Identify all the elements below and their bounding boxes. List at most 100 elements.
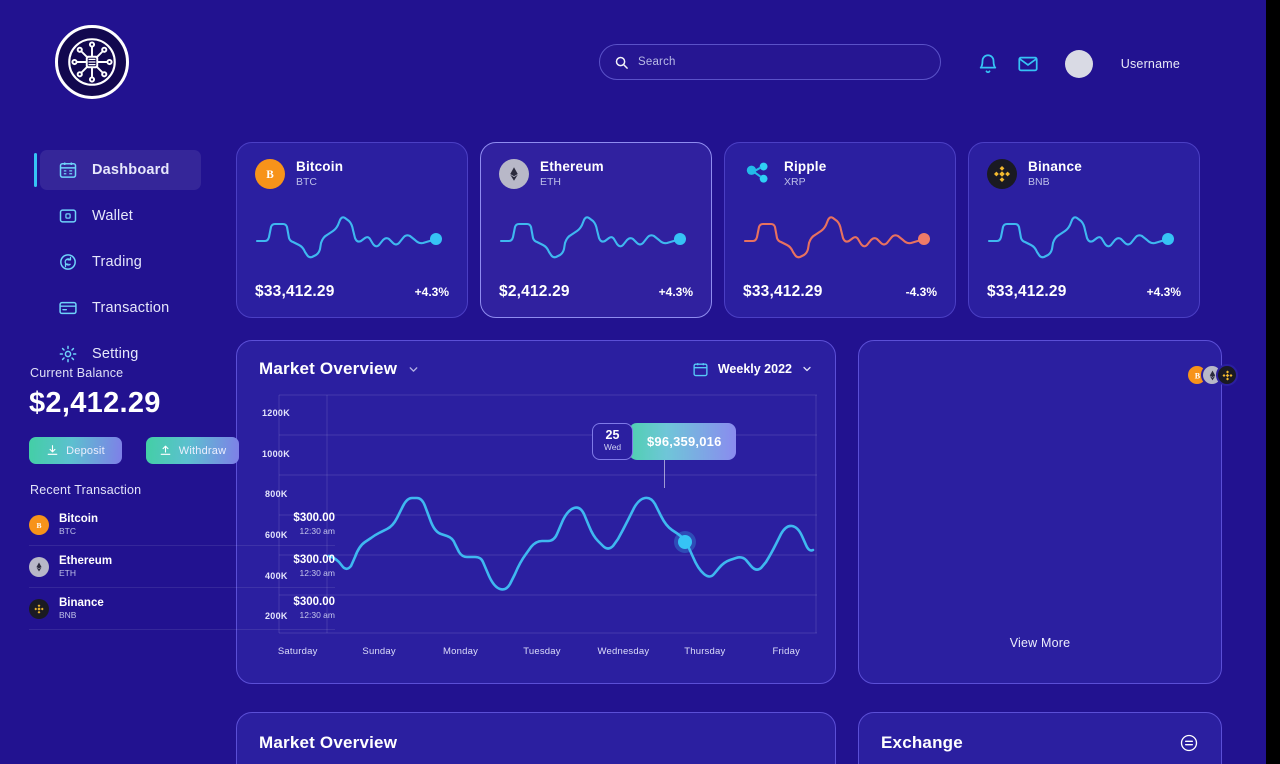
transaction-symbol: ETH	[59, 568, 76, 579]
x-axis-tick: Friday	[772, 646, 801, 657]
sidebar-item-label: Trading	[92, 254, 143, 270]
sparkline-chart	[255, 216, 442, 259]
coin-name: Ripple	[784, 159, 827, 174]
transaction-symbol: BNB	[59, 610, 77, 621]
x-axis-tick: Thursday	[684, 646, 726, 657]
current-balance-label: Current Balance	[30, 366, 124, 380]
transaction-row[interactable]: B Bitcoin BTC $300.00 12:30 am	[29, 504, 335, 546]
transaction-amount: $300.00	[293, 596, 335, 609]
transaction-info: Binance BNB	[59, 596, 293, 621]
transaction-time: 12:30 am	[299, 525, 335, 536]
withdraw-label: Withdraw	[178, 444, 227, 457]
deposit-arrow-icon	[47, 445, 58, 455]
wallet-icon	[58, 206, 78, 226]
sidebar-item-dashboard[interactable]: Dashboard	[34, 150, 201, 190]
app-logo[interactable]	[55, 25, 129, 99]
market-overview-title-bottom: Market Overview	[259, 733, 398, 752]
sidebar-item-label: Dashboard	[92, 162, 170, 178]
chevron-down-icon	[803, 366, 811, 372]
coin-name: Ethereum	[540, 159, 604, 174]
transaction-symbol: BTC	[59, 526, 76, 537]
sidebar-item-label: Wallet	[92, 208, 133, 224]
coin-price: $33,412.29	[743, 283, 823, 300]
coin-name: Binance	[1028, 159, 1082, 174]
ethereum-icon	[29, 556, 49, 577]
coin-price: $2,412.29	[499, 283, 570, 300]
transaction-name: Binance	[59, 596, 104, 609]
svg-text:B: B	[266, 169, 274, 181]
calendar-icon	[693, 362, 708, 376]
coin-name: Bitcoin	[296, 159, 344, 174]
tooltip-value: $96,359,016	[629, 423, 736, 460]
withdraw-button[interactable]: Withdraw	[146, 437, 239, 464]
market-overview-panel-bottom: Market Overview	[236, 712, 836, 764]
sidebar-item-wallet[interactable]: Wallet	[40, 196, 201, 236]
deposit-label: Deposit	[66, 444, 105, 457]
sidebar-item-transaction[interactable]: Transaction	[40, 288, 201, 328]
sparkline-chart	[499, 216, 686, 259]
y-axis-tick: 800K	[265, 489, 288, 499]
sidebar-item-label: Setting	[92, 346, 139, 362]
transaction-row[interactable]: Binance BNB $300.00 12:30 am	[29, 588, 335, 630]
coin-card-footer: $33,412.29 -4.3%	[743, 283, 937, 301]
transaction-row[interactable]: Ethereum ETH $300.00 12:30 am	[29, 546, 335, 588]
exchange-panel: Exchange	[858, 712, 1222, 764]
coin-change: +4.3%	[1146, 285, 1181, 299]
search-icon	[615, 56, 628, 69]
circle-exchange-icon[interactable]	[1179, 733, 1199, 753]
credit-card-icon	[58, 298, 78, 318]
coin-card-header: B Bitcoin BTC	[255, 159, 449, 190]
transaction-meta: $300.00 12:30 am	[293, 595, 335, 621]
coin-card-bitcoin[interactable]: B Bitcoin BTC $33,412.29 +4.3%	[236, 142, 468, 318]
x-axis-tick: Wednesday	[597, 646, 650, 657]
gear-icon	[58, 344, 78, 364]
transaction-meta: $300.00 12:30 am	[293, 553, 335, 579]
recent-transaction-list: B Bitcoin BTC $300.00 12:30 am Ethereum …	[29, 504, 335, 630]
coin-symbol: XRP	[784, 175, 806, 188]
deposit-button[interactable]: Deposit	[29, 437, 122, 464]
transaction-info: Ethereum ETH	[59, 554, 293, 579]
search-box[interactable]	[599, 44, 941, 80]
coin-price: $33,412.29	[255, 283, 335, 300]
bitcoin-icon: B	[255, 159, 285, 190]
coin-symbol: BNB	[1028, 175, 1050, 188]
date-range-label: Weekly 2022	[717, 362, 792, 376]
balance-panel	[858, 340, 1222, 684]
coin-symbol: BTC	[296, 175, 317, 188]
search-input[interactable]	[638, 56, 926, 68]
exchange-icon	[58, 252, 78, 272]
avatar[interactable]	[1064, 50, 1093, 78]
notification-button[interactable]	[977, 53, 999, 75]
bell-icon	[979, 54, 996, 74]
transaction-meta: $300.00 12:30 am	[293, 511, 335, 537]
sparkline-chart	[987, 216, 1174, 259]
chart-tooltip: 25 Wed $96,359,016	[592, 423, 736, 460]
circuit-chip-logo-icon	[68, 38, 116, 86]
market-overview-title: Market Overview	[259, 359, 398, 378]
bitcoin-icon: B	[29, 514, 49, 535]
coin-card-ripple[interactable]: Ripple XRP $33,412.29 -4.3%	[724, 142, 956, 318]
top-header: Username	[0, 0, 1266, 124]
panel-header: Exchange	[859, 713, 1221, 753]
svg-text:B: B	[36, 520, 41, 529]
panel-title[interactable]: Market Overview	[259, 359, 420, 379]
coin-card-footer: $33,412.29 +4.3%	[255, 283, 449, 301]
y-axis-tick: 1000K	[262, 449, 291, 459]
coin-card-binance[interactable]: Binance BNB $33,412.29 +4.3%	[968, 142, 1200, 318]
messages-button[interactable]	[1017, 53, 1039, 75]
svg-text:B: B	[1194, 371, 1200, 380]
calendar-icon	[58, 160, 78, 180]
x-axis-labels: Saturday Sunday Monday Tuesday Wednesday…	[257, 646, 827, 657]
sidebar-item-trading[interactable]: Trading	[40, 242, 201, 282]
coin-price: $33,412.29	[987, 283, 1067, 300]
coin-symbol: ETH	[540, 175, 561, 188]
binance-icon	[987, 159, 1017, 190]
view-more-link[interactable]: View More	[858, 636, 1222, 650]
dashboard-app: Username Dashboard Wallet	[0, 0, 1266, 764]
coin-change: -4.3%	[905, 285, 937, 299]
exchange-title: Exchange	[881, 733, 963, 752]
date-range-selector[interactable]: Weekly 2022	[692, 361, 813, 378]
ethereum-icon	[499, 159, 529, 190]
coin-card-ethereum[interactable]: Ethereum ETH $2,412.29 +4.3%	[480, 142, 712, 318]
chevron-down-icon	[409, 366, 418, 372]
